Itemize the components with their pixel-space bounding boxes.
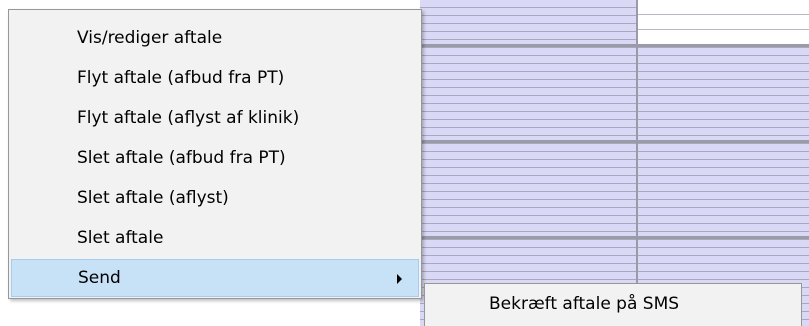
menu-item-label: Flyt aftale (afbud fra PT) — [77, 68, 285, 88]
calendar-hour-line — [420, 140, 809, 143]
menu-item-send[interactable]: Send — [11, 259, 419, 297]
submenu-arrow-icon — [397, 274, 402, 284]
menu-item-label: Vis/rediger aftale — [77, 28, 223, 48]
send-submenu: Bekræft aftale på SMS — [424, 283, 802, 326]
menu-item-show-edit-appointment[interactable]: Vis/rediger aftale — [11, 20, 419, 56]
menu-item-label: Send — [78, 268, 121, 288]
menu-item-label: Flyt aftale (aflyst af klinik) — [77, 108, 300, 128]
context-menu: Vis/rediger aftale Flyt aftale (afbud fr… — [8, 9, 422, 299]
menu-item-label: Slet aftale (aflyst) — [77, 188, 229, 208]
calendar-hour-line — [420, 236, 809, 239]
menu-item-delete-appointment[interactable]: Slet aftale — [11, 220, 419, 256]
calendar-free-slot[interactable] — [638, 0, 809, 44]
menu-item-move-appointment-clinic-cancel[interactable]: Flyt aftale (aflyst af klinik) — [11, 100, 419, 136]
menu-item-label: Slet aftale — [77, 228, 164, 248]
calendar-column-divider — [636, 0, 638, 326]
menu-item-label: Slet aftale (afbud fra PT) — [77, 148, 286, 168]
submenu-item-label: Bekræft aftale på SMS — [489, 294, 680, 314]
calendar-hour-line — [420, 44, 809, 47]
menu-item-delete-appointment-cancelled[interactable]: Slet aftale (aflyst) — [11, 180, 419, 216]
submenu-item-confirm-sms[interactable]: Bekræft aftale på SMS — [427, 286, 799, 322]
calendar-grid[interactable] — [420, 0, 809, 326]
menu-item-move-appointment-patient-cancel[interactable]: Flyt aftale (afbud fra PT) — [11, 60, 419, 96]
menu-item-delete-appointment-patient-cancel[interactable]: Slet aftale (afbud fra PT) — [11, 140, 419, 176]
